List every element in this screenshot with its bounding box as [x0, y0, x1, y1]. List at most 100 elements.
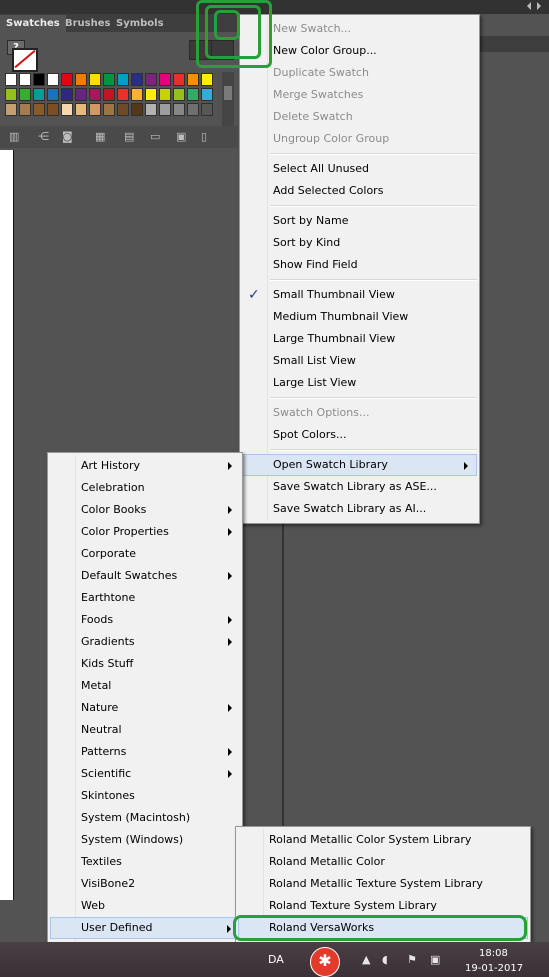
swatch[interactable] [131, 88, 143, 101]
collapse-right-icon[interactable] [537, 2, 541, 10]
menu-item-roland-metallic-color[interactable]: Roland Metallic Color [238, 851, 528, 873]
menu-item-open-swatch-library[interactable]: Open Swatch Library [242, 454, 477, 476]
swatch[interactable] [117, 88, 129, 101]
swatch[interactable] [117, 103, 129, 116]
collapse-left-icon[interactable] [527, 2, 531, 10]
swatch[interactable] [103, 73, 115, 86]
menu-item-neutral[interactable]: Neutral [50, 719, 240, 741]
clock-date[interactable]: 19-01-2017 [465, 963, 523, 974]
action-center-flag-icon[interactable]: ⚑ [407, 953, 417, 966]
menu-item-patterns[interactable]: Patterns [50, 741, 240, 763]
swatch[interactable] [145, 103, 157, 116]
swatch[interactable] [173, 73, 185, 86]
swatch[interactable] [5, 88, 17, 101]
swatch[interactable] [159, 73, 171, 86]
menu-item-skintones[interactable]: Skintones [50, 785, 240, 807]
swatch[interactable] [75, 103, 87, 116]
menu-item-system-windows[interactable]: System (Windows) [50, 829, 240, 851]
swatch[interactable] [131, 73, 143, 86]
swatch[interactable] [145, 88, 157, 101]
swatch[interactable] [159, 88, 171, 101]
menu-item-roland-metallic-color-system-library[interactable]: Roland Metallic Color System Library [238, 829, 528, 851]
library-menu-icon[interactable]: ▥ [9, 130, 19, 143]
fill-stroke-none-icon[interactable] [12, 48, 38, 72]
swatch[interactable] [61, 73, 73, 86]
menu-item-spot-colors[interactable]: Spot Colors... [242, 424, 477, 446]
menu-item-nature[interactable]: Nature [50, 697, 240, 719]
menu-item-foods[interactable]: Foods [50, 609, 240, 631]
menu-item-large-list-view[interactable]: Large List View [242, 372, 477, 394]
show-kinds-icon[interactable]: ⋲ [38, 130, 49, 143]
new-color-group-icon[interactable]: ▦ [95, 130, 105, 143]
menu-item-swatch-options[interactable]: Swatch Options... [242, 402, 477, 424]
swatch[interactable] [117, 73, 129, 86]
swatch[interactable] [47, 88, 59, 101]
swatch[interactable] [159, 103, 171, 116]
tab-symbols[interactable]: Symbols [110, 15, 170, 32]
tab-swatches[interactable]: Swatches [0, 15, 66, 32]
swatch[interactable] [5, 103, 17, 116]
swatch[interactable] [201, 103, 213, 116]
menu-item-web[interactable]: Web [50, 895, 240, 917]
edit-color-group-icon[interactable]: ▤ [124, 130, 134, 143]
menu-item-small-list-view[interactable]: Small List View [242, 350, 477, 372]
swatch[interactable] [89, 73, 101, 86]
menu-item-delete-swatch[interactable]: Delete Swatch [242, 106, 477, 128]
swatch-options-icon[interactable]: ◙ [62, 130, 73, 143]
swatch[interactable] [47, 73, 59, 86]
menu-item-new-swatch[interactable]: New Swatch... [242, 18, 477, 40]
swatch[interactable] [187, 88, 199, 101]
swatch[interactable] [103, 88, 115, 101]
menu-item-add-selected-colors[interactable]: Add Selected Colors [242, 180, 477, 202]
menu-item-color-books[interactable]: Color Books [50, 499, 240, 521]
swatch[interactable] [19, 88, 31, 101]
menu-item-kids-stuff[interactable]: Kids Stuff [50, 653, 240, 675]
app-taskbar-icon[interactable]: ✱ [310, 947, 340, 977]
swatch[interactable] [145, 73, 157, 86]
swatch[interactable] [103, 103, 115, 116]
swatch[interactable] [5, 73, 17, 86]
menu-item-large-thumbnail-view[interactable]: Large Thumbnail View [242, 328, 477, 350]
menu-item-earthtone[interactable]: Earthtone [50, 587, 240, 609]
trash-icon[interactable]: ▯ [201, 130, 207, 143]
menu-item-roland-texture-system-library[interactable]: Roland Texture System Library [238, 895, 528, 917]
swatch[interactable] [19, 103, 31, 116]
menu-item-default-swatches[interactable]: Default Swatches [50, 565, 240, 587]
swatch[interactable] [201, 88, 213, 101]
folder-icon[interactable]: ▭ [150, 130, 160, 143]
swatch[interactable] [201, 73, 213, 86]
swatch[interactable] [47, 103, 59, 116]
tab-brushes[interactable]: Brushes [59, 15, 116, 32]
menu-item-user-defined[interactable]: User Defined [50, 917, 240, 939]
menu-item-metal[interactable]: Metal [50, 675, 240, 697]
menu-item-art-history[interactable]: Art History [50, 455, 240, 477]
menu-item-sort-by-kind[interactable]: Sort by Kind [242, 232, 477, 254]
volume-muted-icon[interactable]: ◖ [382, 953, 388, 966]
tray-expand-icon[interactable]: ▲ [362, 953, 370, 966]
menu-item-sort-by-name[interactable]: Sort by Name [242, 210, 477, 232]
menu-item-system-macintosh[interactable]: System (Macintosh) [50, 807, 240, 829]
swatch[interactable] [187, 103, 199, 116]
swatch[interactable] [187, 73, 199, 86]
clock-time[interactable]: 18:08 [479, 948, 508, 959]
swatch[interactable] [75, 73, 87, 86]
swatch[interactable] [19, 73, 31, 86]
menu-item-visibone2[interactable]: VisiBone2 [50, 873, 240, 895]
menu-item-small-thumbnail-view[interactable]: Small Thumbnail View ✓ [242, 284, 477, 306]
menu-item-save-swatch-library-as-ase[interactable]: Save Swatch Library as ASE... [242, 476, 477, 498]
swatch[interactable] [33, 73, 45, 86]
menu-item-scientific[interactable]: Scientific [50, 763, 240, 785]
menu-item-save-swatch-library-as-ai[interactable]: Save Swatch Library as AI... [242, 498, 477, 520]
network-icon[interactable]: ▣ [430, 953, 440, 966]
swatch[interactable] [173, 103, 185, 116]
menu-item-celebration[interactable]: Celebration [50, 477, 240, 499]
menu-item-medium-thumbnail-view[interactable]: Medium Thumbnail View [242, 306, 477, 328]
menu-item-show-find-field[interactable]: Show Find Field [242, 254, 477, 276]
swatch[interactable] [33, 103, 45, 116]
menu-item-ungroup-color-group[interactable]: Ungroup Color Group [242, 128, 477, 150]
panel-scrollbar[interactable] [222, 72, 234, 130]
menu-item-color-properties[interactable]: Color Properties [50, 521, 240, 543]
menu-item-corporate[interactable]: Corporate [50, 543, 240, 565]
menu-item-textiles[interactable]: Textiles [50, 851, 240, 873]
new-swatch-icon[interactable]: ▣ [176, 130, 186, 143]
